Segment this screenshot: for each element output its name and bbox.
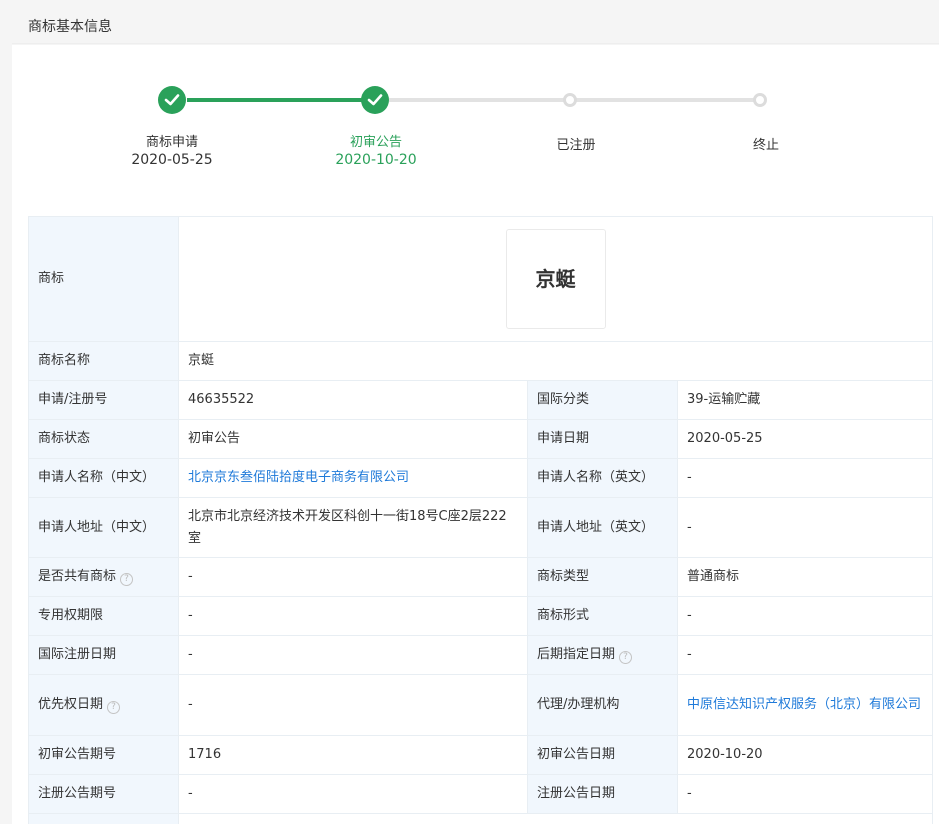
intl-class-label: 国际分类 (527, 380, 678, 420)
exclusive-term-label: 专用权期限 (28, 596, 179, 636)
trademark-label: 商标 (28, 216, 179, 342)
applicant-addr-en-label: 申请人地址（英文） (527, 497, 678, 558)
progress-track-done (187, 98, 375, 102)
step-1-check-icon (158, 86, 186, 114)
applicant-addr-cn-value: 北京市北京经济技术开发区科创十一街18号C座2层222室 (178, 497, 528, 558)
step-2-date: 2020-10-20 (335, 152, 417, 168)
later-designation-label-cell: 后期指定日期? (527, 635, 678, 675)
reg-issue-value: - (178, 774, 528, 814)
trademark-type-label: 商标类型 (527, 557, 678, 597)
section-header: 商标基本信息 (12, 4, 939, 44)
shared-trademark-label-cell: 是否共有商标? (28, 557, 179, 597)
shared-trademark-value: - (178, 557, 528, 597)
applicant-name-en-label: 申请人名称（英文） (527, 458, 678, 498)
priority-date-label-cell: 优先权日期? (28, 674, 179, 736)
table-row: 申请人地址（中文） 北京市北京经济技术开发区科创十一街18号C座2层222室 申… (28, 497, 934, 558)
table-row: 申请人名称（中文） 北京京东叁佰陆拾度电子商务有限公司 申请人名称（英文） - (28, 458, 934, 498)
apply-date-label: 申请日期 (527, 419, 678, 459)
table-row: 是否共有商标? - 商标类型 普通商标 (28, 557, 934, 597)
intl-reg-date-label: 国际注册日期 (28, 635, 179, 675)
step-4-dot-icon (753, 93, 767, 107)
trademark-info-table: 商标 京蜓 商标名称 京蜓 申请/注册号 46635522 国际分类 39-运输… (28, 216, 934, 824)
table-row (28, 813, 934, 824)
step-3-label: 已注册 (556, 138, 596, 153)
agency-label: 代理/办理机构 (527, 674, 678, 736)
intl-reg-date-value: - (178, 635, 528, 675)
help-icon[interactable]: ? (120, 573, 134, 586)
status-label: 商标状态 (28, 419, 179, 459)
trademark-name-value: 京蜓 (177, 341, 934, 381)
help-icon[interactable]: ? (619, 651, 633, 664)
table-row: 申请/注册号 46635522 国际分类 39-运输贮藏 (28, 380, 934, 420)
table-row: 国际注册日期 - 后期指定日期? - (28, 635, 934, 675)
applicant-name-en-value: - (676, 458, 934, 498)
step-1-label: 商标申请 (145, 135, 198, 150)
table-row-cutoff-value (177, 813, 934, 824)
table-row-cutoff (28, 813, 179, 824)
applicant-name-cn-link[interactable]: 北京京东叁佰陆拾度电子商务有限公司 (178, 458, 528, 498)
applicant-addr-cn-label: 申请人地址（中文） (28, 497, 179, 558)
table-row: 商标名称 京蜓 (28, 341, 934, 381)
table-row: 商标状态 初审公告 申请日期 2020-05-25 (28, 419, 934, 459)
table-row: 优先权日期? - 代理/办理机构 中原信达知识产权服务（北京）有限公司 (28, 674, 934, 736)
prelim-date-value: 2020-10-20 (676, 735, 934, 775)
step-4-label: 终止 (752, 138, 779, 153)
exclusive-term-value: - (178, 596, 528, 636)
priority-date-value: - (178, 674, 528, 736)
later-designation-label: 后期指定日期 (537, 647, 616, 662)
step-3-dot-icon (563, 93, 577, 107)
agency-link[interactable]: 中原信达知识产权服务（北京）有限公司 (676, 674, 934, 736)
trademark-name-label: 商标名称 (28, 341, 179, 381)
reg-number-label: 申请/注册号 (28, 380, 179, 420)
table-row: 商标 京蜓 (28, 216, 934, 342)
reg-date-value: - (676, 774, 934, 814)
later-designation-value: - (676, 635, 934, 675)
trademark-form-value: - (676, 596, 934, 636)
trademark-image[interactable]: 京蜓 (505, 229, 606, 329)
shared-trademark-label: 是否共有商标 (38, 569, 117, 584)
applicant-name-cn-label: 申请人名称（中文） (28, 458, 179, 498)
trademark-form-label: 商标形式 (527, 596, 678, 636)
table-row: 初审公告期号 1716 初审公告日期 2020-10-20 (28, 735, 934, 775)
prelim-date-label: 初审公告日期 (527, 735, 678, 775)
table-row: 注册公告期号 - 注册公告日期 - (28, 774, 934, 814)
help-icon[interactable]: ? (107, 701, 121, 714)
reg-issue-label: 注册公告期号 (28, 774, 179, 814)
step-2-label: 初审公告 (349, 135, 402, 150)
step-1-date: 2020-05-25 (131, 152, 213, 168)
intl-class-value: 39-运输贮藏 (676, 380, 934, 420)
trademark-type-value: 普通商标 (676, 557, 934, 597)
table-row: 专用权期限 - 商标形式 - (28, 596, 934, 636)
applicant-addr-en-value: - (676, 497, 934, 558)
trademark-image-cell: 京蜓 (177, 216, 934, 342)
priority-date-label: 优先权日期 (38, 697, 104, 712)
reg-date-label: 注册公告日期 (527, 774, 678, 814)
reg-number-value: 46635522 (178, 380, 528, 420)
section-title: 商标基本信息 (28, 19, 112, 35)
step-2-check-icon (361, 86, 389, 114)
status-value: 初审公告 (178, 419, 528, 459)
prelim-issue-value: 1716 (178, 735, 528, 775)
apply-date-value: 2020-05-25 (676, 419, 934, 459)
prelim-issue-label: 初审公告期号 (28, 735, 179, 775)
